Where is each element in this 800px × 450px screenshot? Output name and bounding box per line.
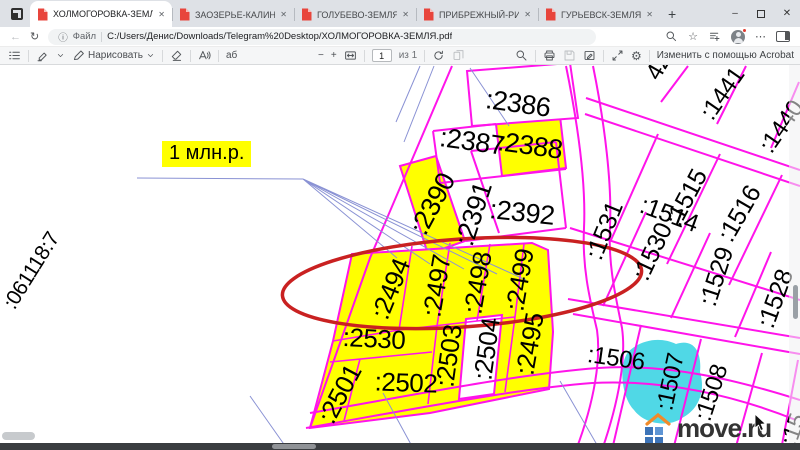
tab-close-icon[interactable]: ✕ [646, 10, 653, 19]
vertical-scrollbar[interactable] [789, 65, 800, 443]
price-callout: 1 млн.р. [162, 141, 251, 167]
parcel-label-1507: :1507 [651, 351, 690, 413]
maximize-icon [757, 10, 765, 18]
address-bar: ← ↻ ⓘ Файл C:/Users/Денис/Downloads/Tele… [0, 27, 800, 47]
tab-1[interactable]: ЗАОЗЕРЬЕ-КАЛИНОВКА-ЗЕ ✕ [172, 2, 294, 27]
tab-4[interactable]: ГУРЬЕВСК-ЗЕМЛЯ.pdf ✕ [538, 2, 660, 27]
back-icon[interactable]: ← [10, 31, 21, 43]
parcel-label-2503: :2503 [429, 323, 468, 389]
pdf-toolbar: Нарисовать аб − + 1 из 1 ⚙ Изменить с по… [0, 47, 800, 65]
collections-icon[interactable] [708, 30, 721, 43]
fullscreen-icon[interactable] [611, 49, 624, 62]
parcel-label-1441: :1441 [695, 65, 751, 126]
parcel-label-1529: :1529 [694, 244, 740, 310]
horizontal-scrollbar-thumb-left[interactable] [2, 432, 35, 440]
parcel-label-2499: :2499 [499, 246, 540, 313]
draw-button[interactable]: Нарисовать [72, 49, 155, 62]
sidebar-icon[interactable] [776, 31, 790, 42]
parcel-label-2392: :2392 [488, 194, 556, 232]
tab-2[interactable]: ГОЛУБЕВО-ЗЕМЛЯ.pdf ✕ [294, 2, 416, 27]
parcel-label-0611187: :061118:7 [0, 228, 65, 313]
parcel-label-2502: :2502 [374, 366, 438, 399]
tab-close-icon[interactable]: ✕ [280, 10, 287, 19]
parcel-label-1506: :1506 [586, 341, 647, 377]
parcel-label-2494: :2494 [365, 254, 417, 324]
save-icon[interactable] [563, 49, 576, 62]
tab-close-icon[interactable]: ✕ [402, 10, 409, 19]
settings-gear-icon[interactable]: ⚙ [631, 50, 642, 62]
file-scheme-label: Файл [73, 31, 96, 42]
tab-label: ПРИБРЕЖНЫЙ-РИЭЛТ.pdf [439, 10, 519, 20]
vertical-scrollbar-thumb[interactable] [793, 285, 798, 319]
tab-actions-icon[interactable] [8, 5, 25, 22]
contents-icon[interactable] [8, 49, 21, 62]
horizontal-scrollbar-thumb[interactable] [272, 444, 316, 449]
address-input[interactable]: ⓘ Файл C:/Users/Денис/Downloads/Telegram… [48, 29, 596, 45]
print-icon[interactable] [543, 49, 556, 62]
parcel-label-2530: :2530 [342, 322, 406, 356]
refresh-icon[interactable]: ↻ [30, 30, 39, 43]
search-icon[interactable] [515, 49, 528, 62]
parcel-label-1515: :1515 [660, 165, 714, 232]
fit-width-icon[interactable] [344, 49, 357, 62]
info-icon[interactable]: ⓘ [58, 30, 68, 44]
read-aloud-icon[interactable] [198, 49, 211, 62]
rotate-icon[interactable] [432, 49, 445, 62]
tab-3[interactable]: ПРИБРЕЖНЫЙ-РИЭЛТ.pdf ✕ [416, 2, 538, 27]
close-button[interactable]: ✕ [774, 8, 800, 19]
draw-label: Нарисовать [88, 50, 143, 61]
moveru-watermark: move.ru [641, 411, 771, 445]
new-tab-button[interactable]: + [668, 6, 676, 22]
page-count-label: из 1 [399, 50, 418, 61]
text-tools-icon[interactable]: аб [226, 50, 237, 61]
profile-avatar[interactable] [731, 30, 745, 44]
minimize-button[interactable]: – [722, 8, 748, 19]
parcel-label-2495: :2495 [509, 310, 550, 377]
window-controls: – ✕ [722, 0, 800, 27]
page-view-icon[interactable] [452, 49, 465, 62]
parcel-label-2498: :2498 [457, 249, 498, 316]
tab-label: ЗАОЗЕРЬЕ-КАЛИНОВКА-ЗЕ [195, 10, 275, 20]
tabs: ХОЛМОГОРОВКА-ЗЕМЛЯ.pdf✕ЗАОЗЕРЬЕ-КАЛИНОВК… [30, 0, 660, 27]
tab-label: ГУРЬЕВСК-ЗЕМЛЯ.pdf [561, 10, 641, 20]
parcel-label-2504: :2504 [467, 316, 506, 382]
notification-dot [742, 28, 747, 33]
pdf-viewport[interactable]: :061118:7:2386:2387:2388:2390:2391:2392:… [0, 65, 800, 450]
address-divider [101, 32, 102, 42]
viewer-bottom-background [0, 443, 800, 450]
chevron-down-icon[interactable] [56, 49, 65, 62]
save-as-icon[interactable] [583, 49, 596, 62]
parcel-label-2386: :2386 [484, 84, 553, 124]
parcel-labels: :061118:7:2386:2387:2388:2390:2391:2392:… [0, 65, 800, 450]
parcel-label-42: 42 [640, 65, 677, 85]
parcel-label-2501: :2501 [312, 359, 369, 429]
maximize-button[interactable] [748, 10, 774, 18]
parcel-label-1531: :1531 [580, 198, 629, 265]
tab-close-icon[interactable]: ✕ [524, 10, 531, 19]
highlighter-icon[interactable] [36, 49, 49, 62]
menu-dots-icon[interactable]: ⋯ [755, 30, 766, 43]
page-number-input[interactable]: 1 [372, 49, 392, 62]
zoom-in-icon[interactable]: + [331, 50, 337, 61]
open-in-acrobat-button[interactable]: Изменить с помощью Acrobat [657, 50, 794, 61]
zoom-out-icon[interactable]: − [318, 50, 324, 61]
tab-label: ХОЛМОГОРОВКА-ЗЕМЛЯ.pdf [53, 9, 153, 19]
tab-close-icon[interactable]: ✕ [158, 10, 165, 19]
parcel-label-1530: :1530 [627, 219, 679, 286]
parcel-label-2388: :2388 [496, 126, 565, 166]
chevron-down-icon [146, 49, 155, 62]
eraser-icon[interactable] [170, 49, 183, 62]
tab-label: ГОЛУБЕВО-ЗЕМЛЯ.pdf [317, 10, 397, 20]
mouse-cursor-icon [754, 414, 767, 432]
favorite-star-icon[interactable]: ☆ [688, 30, 698, 43]
browser-tab-bar: ХОЛМОГОРОВКА-ЗЕМЛЯ.pdf✕ЗАОЗЕРЬЕ-КАЛИНОВК… [0, 0, 800, 27]
tab-0[interactable]: ХОЛМОГОРОВКА-ЗЕМЛЯ.pdf ✕ [30, 1, 172, 27]
parcel-label-1516: :1516 [712, 181, 767, 248]
moveru-logo-icon [641, 411, 675, 445]
address-bar-actions: ☆ ⋯ [665, 30, 790, 44]
zoom-page-icon[interactable] [665, 30, 678, 43]
address-url: C:/Users/Денис/Downloads/Telegram%20Desk… [107, 31, 452, 42]
parcel-label-2497: :2497 [416, 252, 457, 319]
pen-icon [72, 49, 85, 62]
